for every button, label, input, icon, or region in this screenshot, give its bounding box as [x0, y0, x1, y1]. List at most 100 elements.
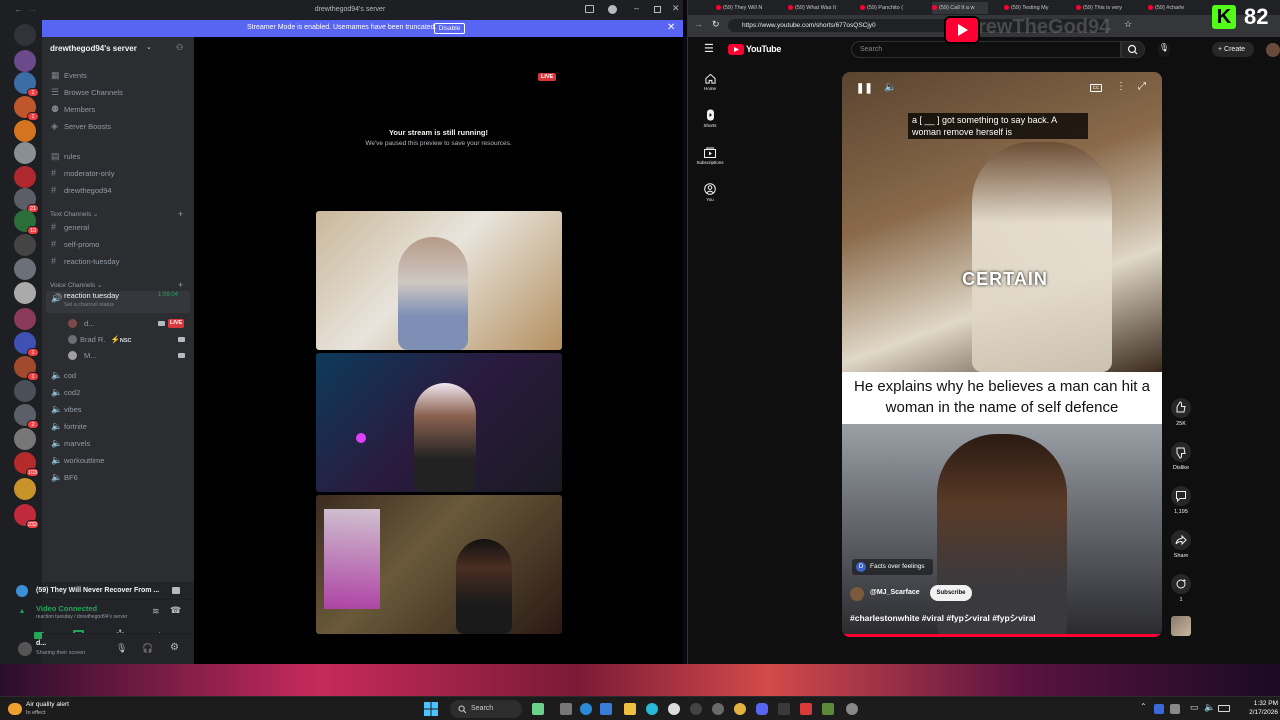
menu-events[interactable]: ▦ Events: [46, 68, 190, 83]
tray-icon[interactable]: [1154, 704, 1164, 714]
server-icon[interactable]: [14, 478, 36, 500]
rail-you[interactable]: You: [690, 183, 730, 202]
text-channels-category[interactable]: Text Channels ⌄ +: [50, 209, 183, 219]
share-button[interactable]: Share: [1168, 530, 1194, 559]
rail-home[interactable]: Home: [690, 73, 730, 91]
widgets-icon[interactable]: [532, 703, 544, 715]
browser-tab[interactable]: (59) Panchito (: [860, 2, 916, 14]
participant-video-tile[interactable]: [316, 495, 562, 634]
hamburger-menu-icon[interactable]: ☰: [704, 42, 714, 55]
create-button[interactable]: + Create: [1212, 42, 1254, 57]
pause-icon[interactable]: ❚❚: [856, 83, 873, 94]
captions-icon[interactable]: CC: [1090, 84, 1102, 92]
invite-icon[interactable]: ⚇: [176, 43, 183, 52]
clock-time[interactable]: 1:32 PM: [1238, 700, 1278, 707]
comments-button[interactable]: 1,195: [1168, 486, 1194, 515]
browser-tab-active[interactable]: (59) Call It a w: [932, 2, 988, 14]
channel-reaction-tuesday[interactable]: # reaction-tuesday: [46, 254, 190, 269]
server-icon[interactable]: [14, 428, 36, 450]
weather-title[interactable]: Air quality alert: [26, 701, 69, 708]
channel-general[interactable]: # general: [46, 220, 190, 235]
browser-tab[interactable]: (59) What Was It: [788, 2, 844, 14]
progress-bar[interactable]: [842, 634, 1162, 637]
activity-row[interactable]: (59) They Will Never Recover From ...: [16, 582, 194, 600]
voice-channel-cod2[interactable]: 🔈 cod2: [46, 385, 190, 400]
gear-icon[interactable]: ⚙: [170, 642, 179, 653]
back-arrow-icon[interactable]: ←: [14, 4, 23, 14]
reload-icon[interactable]: ↻: [712, 19, 720, 30]
channel-moderator-only[interactable]: # moderator-only: [46, 166, 190, 181]
audio-thumbnail[interactable]: [1168, 616, 1194, 636]
server-icon[interactable]: 232: [14, 504, 39, 529]
voice-channel-vibes[interactable]: 🔈 vibes: [46, 402, 190, 417]
server-icon[interactable]: 2: [14, 404, 39, 429]
server-icon[interactable]: [14, 120, 36, 142]
server-icon[interactable]: 10: [14, 210, 39, 235]
server-icon[interactable]: 21: [14, 188, 39, 213]
store-icon[interactable]: [600, 703, 612, 715]
channel-handle[interactable]: @MJ_Scarface: [870, 589, 920, 596]
close-icon[interactable]: ✕: [667, 22, 675, 33]
help-icon[interactable]: [608, 5, 617, 14]
remix-button[interactable]: 1: [1168, 574, 1194, 603]
avatar[interactable]: [18, 642, 32, 656]
weather-alert-icon[interactable]: [8, 703, 22, 715]
voice-channel-fortnite[interactable]: 🔈 fortnite: [46, 419, 190, 434]
channel-rules[interactable]: ▤ rules: [46, 149, 190, 164]
server-icon[interactable]: 1: [14, 356, 39, 381]
more-options-icon[interactable]: ⋮: [1116, 81, 1126, 92]
search-input[interactable]: Search: [851, 41, 1121, 58]
like-button[interactable]: 25K: [1168, 398, 1194, 427]
channel-self-promo[interactable]: # self-promo: [46, 237, 190, 252]
discord-icon[interactable]: [756, 703, 768, 715]
settings-icon[interactable]: [846, 703, 858, 715]
network-icon[interactable]: ▭: [1190, 702, 1199, 713]
server-icon[interactable]: [14, 258, 36, 280]
server-icon[interactable]: [14, 282, 36, 304]
avatar[interactable]: [1266, 43, 1280, 57]
search-button[interactable]: [1121, 41, 1145, 58]
server-icon[interactable]: [14, 308, 36, 330]
server-icon[interactable]: 1: [14, 72, 39, 97]
short-player[interactable]: ❚❚ 🔈 CC ⋮ ⤢ a [ __ ] got something to sa…: [842, 72, 1162, 637]
server-icon[interactable]: 1: [14, 96, 39, 121]
browser-icon[interactable]: [646, 703, 658, 715]
clock-date[interactable]: 2/17/2026: [1238, 709, 1278, 716]
browser-tab[interactable]: (59) This is very: [1076, 2, 1132, 14]
forward-arrow-icon[interactable]: →: [28, 4, 37, 14]
voice-user[interactable]: M...: [46, 348, 190, 363]
tray-chevron-icon[interactable]: ⌃: [1140, 702, 1147, 711]
voice-user[interactable]: d... LIVE: [46, 316, 190, 331]
server-icon[interactable]: [14, 234, 36, 256]
rail-shorts[interactable]: Shorts: [690, 109, 730, 128]
menu-server-boosts[interactable]: ◈ Server Boosts: [46, 119, 190, 134]
channel-tag[interactable]: D Facts over feelings: [852, 559, 933, 575]
browser-tab[interactable]: (59) Testing My: [1004, 2, 1060, 14]
participant-video-tile[interactable]: [316, 353, 562, 492]
bookmark-star-icon[interactable]: ☆: [1124, 19, 1132, 30]
inbox-icon[interactable]: [585, 5, 594, 13]
server-icon[interactable]: [14, 50, 36, 72]
browser-tab[interactable]: (59) #charle: [1148, 2, 1194, 14]
taskbar-search[interactable]: Search: [450, 700, 522, 718]
disconnect-icon[interactable]: ☎: [170, 605, 181, 616]
headphones-icon[interactable]: 🎧: [142, 643, 153, 654]
plus-icon[interactable]: +: [178, 209, 183, 219]
menu-browse-channels[interactable]: ☰ Browse Channels: [46, 85, 190, 100]
discord-home-icon[interactable]: [14, 24, 36, 46]
channel-drewthegod94[interactable]: # drewthegod94: [46, 183, 190, 198]
plus-icon[interactable]: +: [178, 280, 183, 290]
browser-tab[interactable]: (59) They Will N: [716, 2, 772, 14]
disable-button[interactable]: Disable: [434, 23, 465, 34]
voice-channel-workouttime[interactable]: 🔈 workouttime: [46, 453, 190, 468]
close-button[interactable]: ✕: [672, 3, 680, 14]
app-icon[interactable]: [778, 703, 790, 715]
battery-icon[interactable]: [1218, 705, 1230, 712]
rail-subscriptions[interactable]: Subscriptions: [690, 147, 730, 165]
subscribe-button[interactable]: Subscribe: [930, 585, 972, 601]
obs-icon[interactable]: [690, 703, 702, 715]
fullscreen-icon[interactable]: ⤢: [1138, 81, 1146, 92]
edge-icon[interactable]: [580, 703, 592, 715]
channel-status[interactable]: Set a channel status: [64, 298, 114, 313]
server-icon[interactable]: [14, 166, 36, 188]
